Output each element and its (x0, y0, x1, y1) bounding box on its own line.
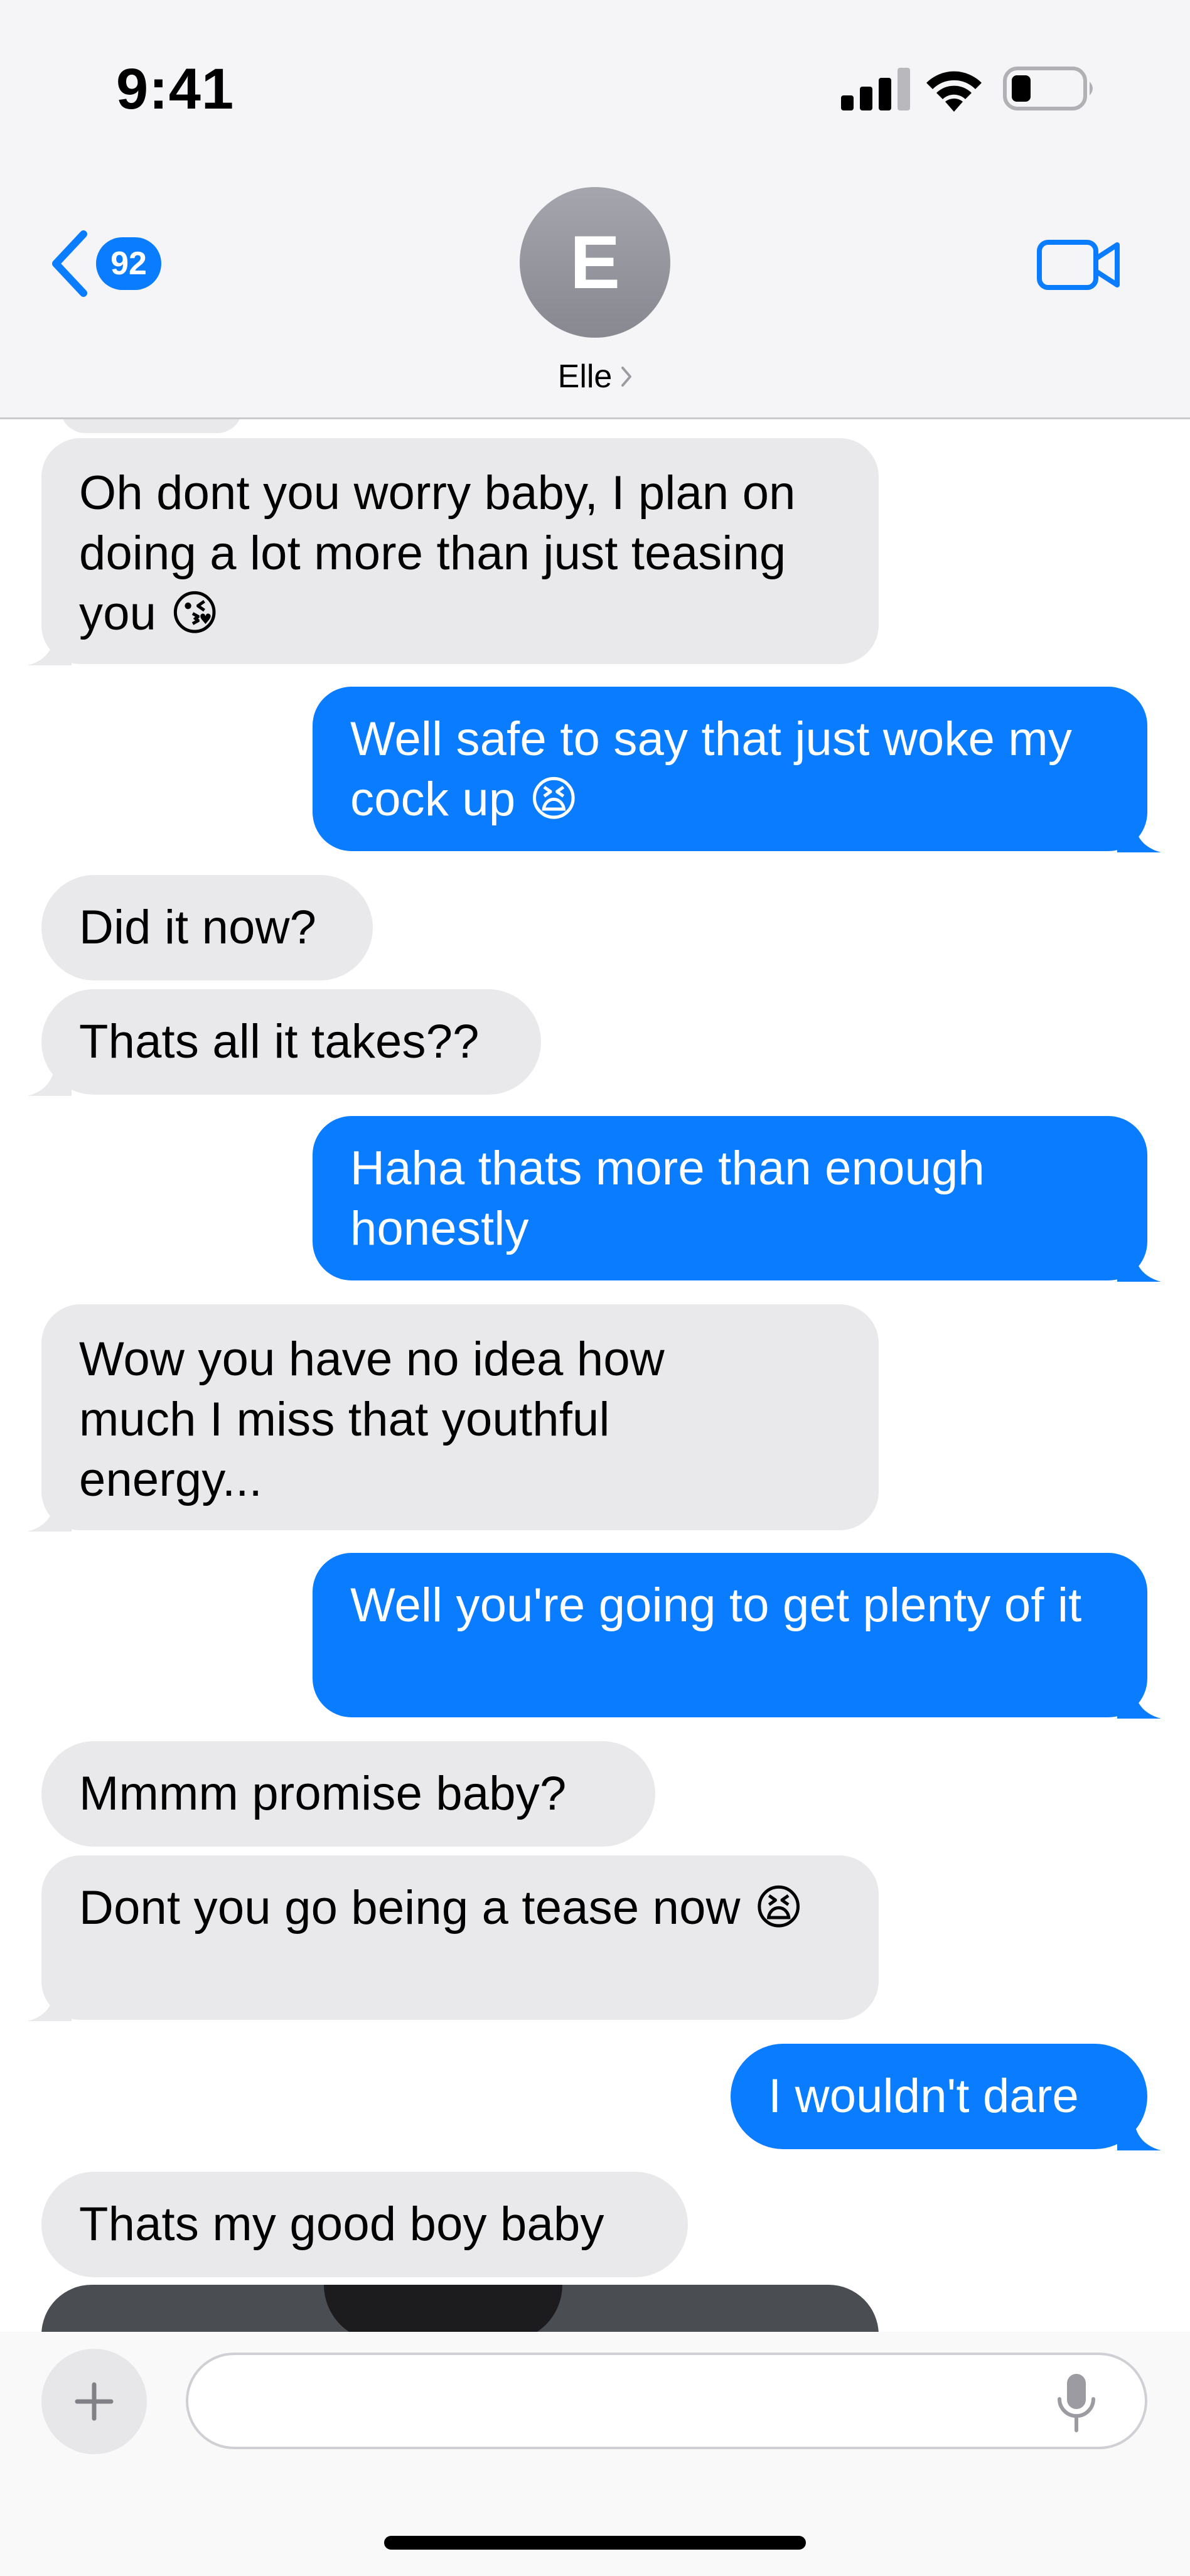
video-camera-icon[interactable] (1036, 233, 1123, 296)
message-text: Haha thats more than enough honestly (350, 1142, 985, 1255)
message-bubble-incoming[interactable]: Thats my good boy baby (41, 2172, 688, 2277)
chevron-right-icon (621, 367, 632, 387)
message-text: Dont you go being a tease now 😫 (79, 1881, 804, 1935)
message-bubble-incoming[interactable]: Mmmm promise baby? (41, 1741, 655, 1847)
image-attachment[interactable] (41, 2285, 879, 2332)
message-bubble-outgoing[interactable]: I wouldn't dare (731, 2044, 1161, 2150)
message-bubble-incoming[interactable]: Thats all it takes?? (28, 989, 541, 1096)
chevron-left-icon (52, 230, 87, 297)
bubble-tail-icon (28, 1058, 72, 1096)
contact-avatar[interactable]: E (520, 187, 670, 338)
message-bubble-outgoing[interactable]: Well safe to say that just woke my cock … (313, 687, 1161, 852)
microphone-icon[interactable] (1054, 2371, 1098, 2434)
add-attachment-button[interactable] (41, 2349, 147, 2454)
bubble-tail-icon (28, 1494, 72, 1532)
message-bubble-incoming[interactable]: Oh dont you worry baby, I plan on doing … (28, 438, 879, 665)
contact-details-button[interactable]: Elle (0, 352, 1190, 402)
message-text: Oh dont you worry baby, I plan on doing … (79, 466, 796, 640)
bubble-tail-icon (1117, 815, 1161, 852)
message-text: I wouldn't dare (768, 2069, 1079, 2123)
message-text: Did it now? (79, 901, 317, 954)
battery-icon (1003, 67, 1093, 110)
bubble-tail-icon (1117, 1244, 1161, 1282)
message-text: Wow you have no idea how much I miss tha… (79, 1333, 665, 1506)
cellular-signal-icon (841, 68, 910, 110)
message-bubble-incoming[interactable]: Did it now? (41, 875, 373, 980)
unread-count-badge: 92 (96, 237, 161, 290)
bubble-tail-icon (1117, 2113, 1161, 2150)
plus-icon (75, 2382, 114, 2421)
image-content (324, 2285, 562, 2332)
bubble-tail-icon (1117, 1681, 1161, 1719)
message-bubble-outgoing[interactable]: Haha thats more than enough honestly (313, 1116, 1161, 1282)
contact-name: Elle (557, 358, 613, 395)
status-time: 9:41 (116, 57, 235, 121)
message-text: Well you're going to get plenty of it (350, 1579, 1082, 1632)
back-button[interactable]: 92 (47, 226, 173, 301)
message-text: Thats my good boy baby (79, 2198, 604, 2251)
bubble-tail-icon (28, 628, 72, 665)
message-bubble-incoming[interactable]: Wow you have no idea how much I miss tha… (28, 1304, 879, 1532)
message-text: Well safe to say that just woke my cock … (350, 712, 1073, 826)
message-bubble-outgoing[interactable]: Well you're going to get plenty of it (313, 1553, 1161, 1719)
message-input[interactable] (186, 2353, 1147, 2449)
message-text: Thats all it takes?? (79, 1015, 480, 1068)
message-bubble-incoming[interactable]: Dont you go being a tease now 😫 (28, 1855, 879, 2021)
bubble-tail-icon (28, 1983, 72, 2021)
message-text: Mmmm promise baby? (79, 1767, 567, 1820)
home-indicator (384, 2536, 806, 2550)
wifi-icon (926, 71, 982, 112)
navigation-header: 9:41 92 E Elle (0, 0, 1190, 419)
